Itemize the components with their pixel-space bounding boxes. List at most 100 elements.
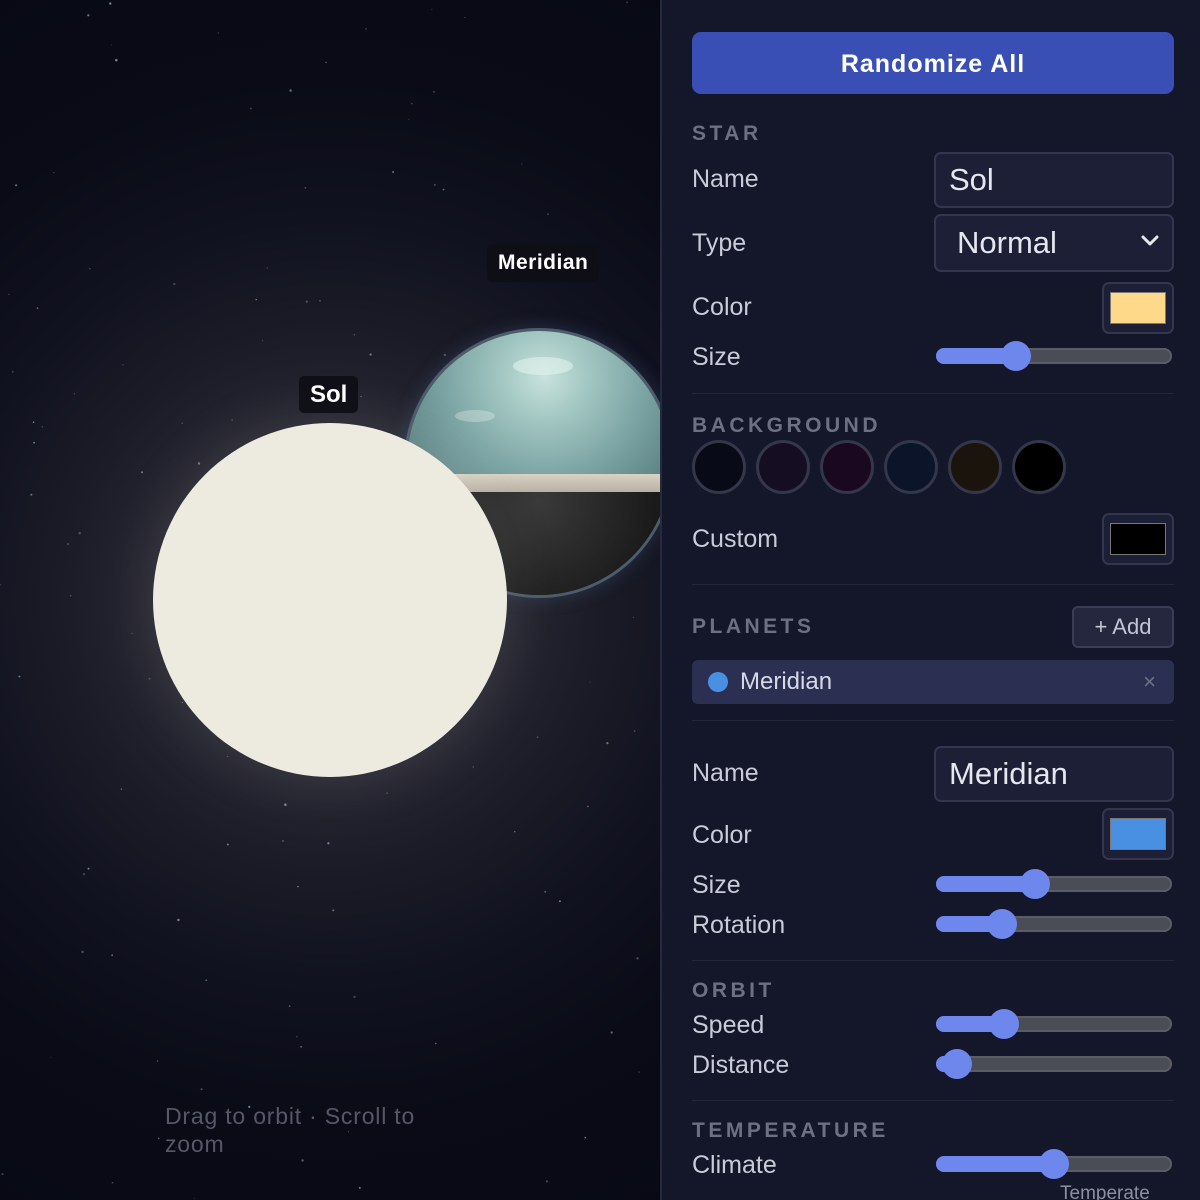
background-preset-swatch[interactable] bbox=[884, 440, 938, 494]
background-star bbox=[584, 1136, 587, 1139]
background-star bbox=[1, 1173, 4, 1176]
background-star bbox=[638, 1071, 640, 1073]
star-name-label: Sol bbox=[299, 376, 359, 413]
background-star bbox=[193, 1197, 195, 1199]
background-star bbox=[358, 1186, 361, 1189]
star-type-select[interactable]: Normal bbox=[934, 214, 1174, 272]
background-star bbox=[53, 171, 55, 174]
background-preset-swatch[interactable] bbox=[756, 440, 810, 494]
climate-value: Temperate bbox=[1060, 1183, 1150, 1200]
background-star bbox=[431, 8, 433, 10]
background-custom-label: Custom bbox=[692, 525, 779, 553]
background-star bbox=[589, 681, 591, 683]
background-star bbox=[131, 632, 133, 634]
slider-thumb[interactable] bbox=[942, 1049, 973, 1079]
chevron-down-icon bbox=[1141, 235, 1159, 246]
background-star bbox=[433, 91, 435, 93]
planet-name-input[interactable]: Meridian bbox=[934, 746, 1174, 802]
background-star bbox=[296, 1035, 298, 1038]
background-star bbox=[332, 909, 335, 912]
background-star bbox=[304, 187, 307, 189]
background-star bbox=[81, 950, 84, 954]
background-star bbox=[0, 583, 1, 586]
background-star bbox=[66, 542, 70, 546]
background-star bbox=[109, 2, 112, 5]
background-star bbox=[435, 1042, 437, 1045]
planet-rotation-label: Rotation bbox=[692, 911, 786, 939]
star-type-label: Type bbox=[692, 229, 747, 257]
background-star bbox=[327, 842, 330, 845]
background-star bbox=[558, 900, 561, 903]
slider-thumb[interactable] bbox=[1020, 869, 1051, 899]
background-star bbox=[305, 300, 308, 303]
background-star bbox=[30, 493, 33, 496]
section-title-orbit: ORBIT bbox=[692, 979, 775, 1002]
planet-color-picker[interactable] bbox=[1102, 808, 1174, 860]
star-size-slider[interactable] bbox=[936, 341, 1172, 371]
background-star bbox=[408, 118, 410, 120]
background-star bbox=[284, 803, 287, 806]
planet-list-item[interactable]: Meridian × bbox=[692, 660, 1174, 704]
background-star bbox=[514, 831, 516, 833]
climate-slider[interactable] bbox=[936, 1149, 1172, 1179]
slider-thumb[interactable] bbox=[1001, 341, 1032, 371]
planet-cloud bbox=[454, 410, 495, 423]
background-star bbox=[69, 594, 72, 597]
background-star bbox=[36, 307, 39, 309]
background-star bbox=[18, 675, 21, 678]
randomize-all-button[interactable]: Randomize All bbox=[692, 32, 1174, 94]
orbit-distance-label: Distance bbox=[692, 1051, 790, 1079]
background-preset-swatch[interactable] bbox=[820, 440, 874, 494]
star-color-picker[interactable] bbox=[1102, 282, 1174, 334]
background-color-picker[interactable] bbox=[1102, 513, 1174, 565]
background-star bbox=[122, 364, 124, 366]
planet-rotation-slider[interactable] bbox=[936, 909, 1172, 939]
scene-viewport[interactable]: Sol Meridian Drag to orbit · Scroll to z… bbox=[0, 0, 660, 1200]
background-star bbox=[289, 89, 292, 92]
background-star bbox=[120, 788, 123, 790]
divider bbox=[692, 584, 1174, 585]
background-star bbox=[369, 353, 372, 356]
background-star bbox=[266, 267, 269, 269]
background-star bbox=[288, 1005, 291, 1007]
background-star bbox=[255, 298, 257, 301]
star-color-swatch bbox=[1110, 292, 1166, 324]
background-star bbox=[472, 766, 474, 768]
background-star bbox=[111, 1181, 114, 1184]
planet-size-slider[interactable] bbox=[936, 869, 1172, 899]
slider-thumb[interactable] bbox=[989, 1009, 1020, 1039]
planet-name-label: Name bbox=[692, 759, 759, 787]
orbit-distance-slider[interactable] bbox=[936, 1049, 1172, 1079]
section-title-temperature: TEMPERATURE bbox=[692, 1119, 889, 1142]
background-preset-swatch[interactable] bbox=[948, 440, 1002, 494]
background-star bbox=[633, 730, 636, 732]
climate-label: Climate bbox=[692, 1151, 777, 1179]
background-star bbox=[181, 701, 184, 704]
orbit-speed-slider[interactable] bbox=[936, 1009, 1172, 1039]
background-star bbox=[249, 107, 252, 110]
background-star bbox=[158, 1137, 160, 1140]
slider-thumb[interactable] bbox=[1039, 1149, 1069, 1179]
background-star bbox=[200, 1088, 203, 1091]
divider bbox=[692, 1100, 1174, 1101]
background-preset-swatch[interactable] bbox=[692, 440, 746, 494]
divider bbox=[692, 960, 1174, 961]
background-star bbox=[464, 16, 466, 19]
star-type-value: Normal bbox=[957, 225, 1057, 260]
settings-panel: Randomize All STAR Name Sol Type Normal … bbox=[660, 0, 1200, 1200]
background-star bbox=[226, 843, 229, 846]
slider-thumb[interactable] bbox=[987, 909, 1018, 939]
add-planet-button[interactable]: + Add bbox=[1072, 606, 1174, 648]
orbit-speed-label: Speed bbox=[692, 1011, 765, 1039]
background-star bbox=[545, 1180, 549, 1183]
star-size-label: Size bbox=[692, 343, 741, 371]
close-icon[interactable]: × bbox=[1143, 660, 1156, 704]
background-star bbox=[632, 616, 634, 618]
background-star bbox=[110, 44, 112, 46]
background-star bbox=[606, 741, 609, 745]
star-name-input[interactable]: Sol bbox=[934, 152, 1174, 208]
background-star bbox=[73, 393, 75, 395]
star-sol[interactable] bbox=[153, 423, 507, 777]
background-preset-swatch[interactable] bbox=[1012, 440, 1066, 494]
background-star bbox=[50, 1056, 52, 1058]
